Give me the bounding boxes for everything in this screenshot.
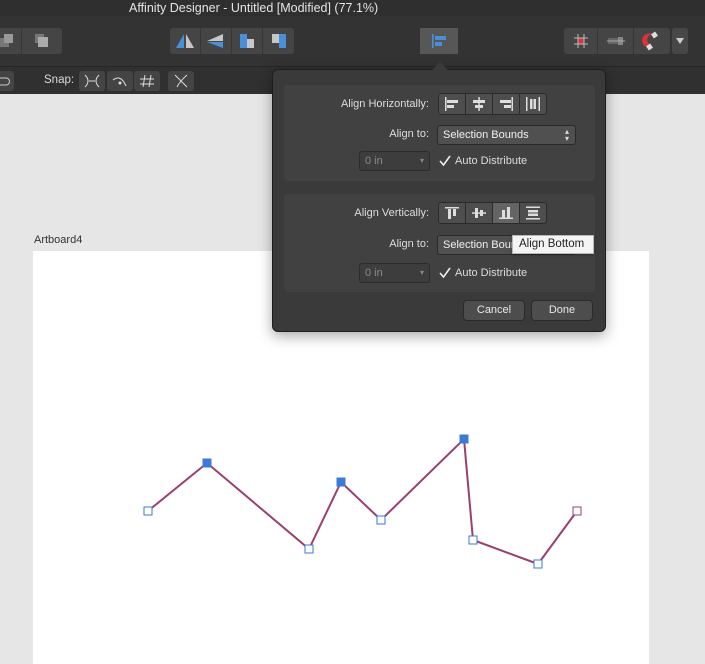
curve-node[interactable] [202, 458, 212, 468]
align-left-icon [445, 97, 458, 111]
align-to-value-h: Selection Bounds [443, 129, 529, 141]
align-center-icon [473, 97, 485, 111]
align-center-button[interactable] [466, 94, 492, 114]
curve-path[interactable] [147, 436, 578, 566]
align-to-select-h[interactable]: Selection Bounds ▴ ▾ [437, 125, 576, 145]
spacing-value-h: 0 in [365, 155, 383, 167]
done-button[interactable]: Done [531, 300, 593, 321]
align-bottom-button[interactable] [493, 203, 519, 223]
spacing-input-h[interactable]: 0 in ▾ [359, 151, 430, 171]
align-horizontal-buttons [438, 93, 547, 115]
curve-node[interactable] [336, 477, 346, 487]
curve-node[interactable] [459, 434, 469, 444]
curve-node[interactable] [304, 544, 314, 554]
align-popover: Align Horizontally: Align to: Selection … [272, 62, 606, 332]
curve-end-node[interactable] [572, 506, 582, 516]
auto-distribute-checkbox-v[interactable] [439, 267, 451, 279]
auto-distribute-label-h: Auto Distribute [455, 155, 528, 167]
curve-node[interactable] [533, 559, 543, 569]
auto-distribute-label-v: Auto Distribute [455, 267, 528, 279]
align-right-button[interactable] [493, 94, 519, 114]
align-bottom-tooltip: Align Bottom [512, 235, 594, 254]
align-horizontal-section: Align Horizontally: Align to: Selection … [284, 85, 595, 181]
popover-arrow [432, 62, 448, 70]
updown-icon: ▴▾ [564, 127, 569, 143]
align-vertically-label: Align Vertically: [354, 207, 429, 219]
align-middle-button[interactable] [466, 203, 492, 223]
chevron-down-icon: ▾ [419, 268, 424, 277]
align-to-label-v: Align to: [389, 238, 429, 250]
chevron-down-icon: ▾ [419, 156, 424, 165]
align-middle-icon [472, 208, 486, 218]
curve-node[interactable] [143, 506, 153, 516]
align-vertical-buttons [438, 202, 547, 224]
align-right-icon [500, 97, 513, 111]
space-horizontally-button[interactable] [520, 94, 546, 114]
align-top-icon [445, 207, 459, 219]
align-horizontally-label: Align Horizontally: [340, 98, 429, 110]
distribute-horizontal-icon [526, 97, 540, 111]
curve-node[interactable] [376, 515, 386, 525]
align-bottom-icon [499, 207, 513, 219]
distribute-vertical-icon [526, 206, 540, 220]
cancel-button[interactable]: Cancel [463, 300, 525, 321]
space-vertically-button[interactable] [520, 203, 546, 223]
align-to-label-h: Align to: [389, 128, 429, 140]
spacing-value-v: 0 in [365, 267, 383, 279]
align-left-button[interactable] [439, 94, 465, 114]
auto-distribute-checkbox-h[interactable] [439, 155, 451, 167]
spacing-input-v[interactable]: 0 in ▾ [359, 263, 430, 283]
align-top-button[interactable] [439, 203, 465, 223]
curve-node[interactable] [468, 535, 478, 545]
